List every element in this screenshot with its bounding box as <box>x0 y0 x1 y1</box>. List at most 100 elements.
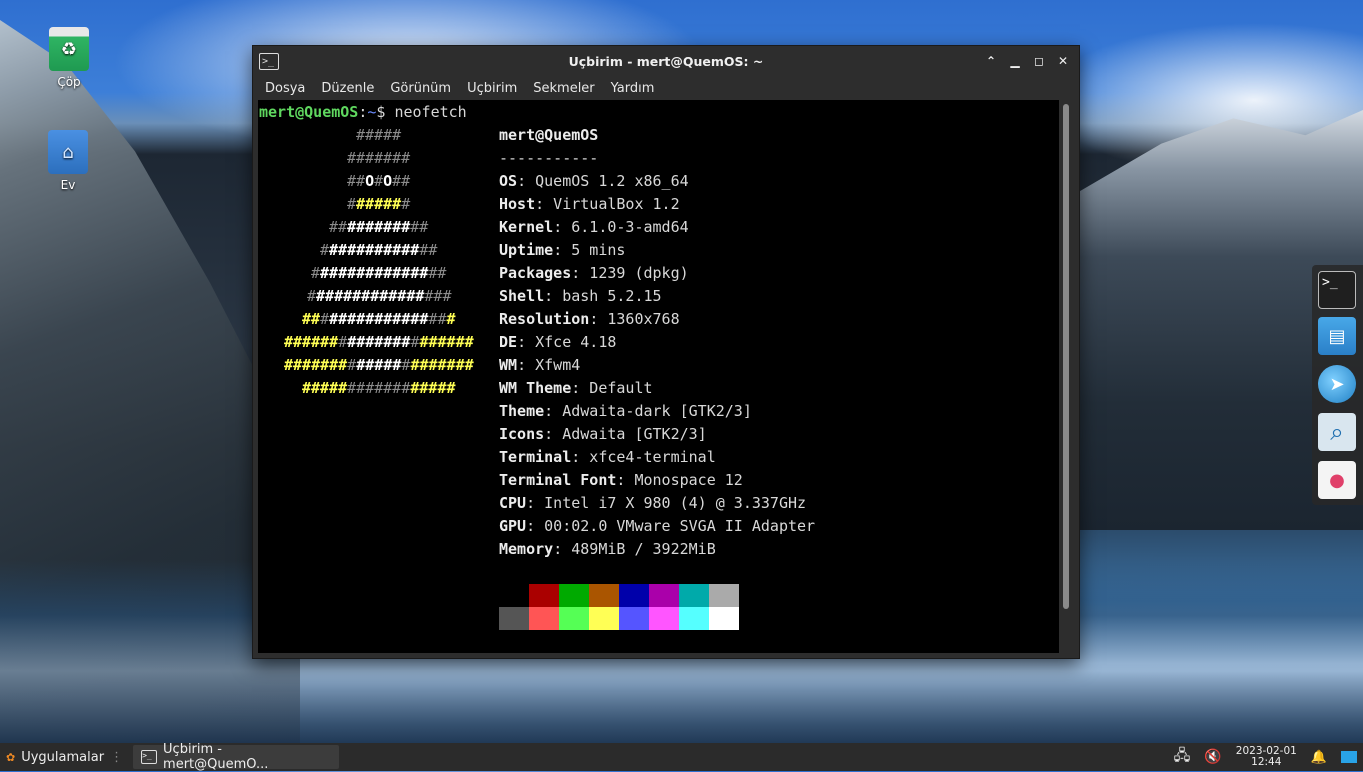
home-folder-icon: ⌂ <box>48 130 88 174</box>
ascii-row: ##################### <box>284 356 474 374</box>
info-header: mert@QuemOS <box>499 126 599 144</box>
file-manager-icon[interactable]: ▤ <box>1318 317 1356 355</box>
info-key: Packages <box>499 264 572 282</box>
system-tray: 🖧 🔇 2023-02-01 12:44 🔔 <box>1174 745 1363 770</box>
network-icon[interactable]: 🖧 <box>1174 745 1191 770</box>
info-row: DE: Xfce 4.18 <box>499 331 616 354</box>
chevron-up-icon[interactable]: ⌃ <box>981 51 1001 71</box>
palette-swatch <box>499 607 529 630</box>
palette-swatch <box>709 584 739 607</box>
ascii-row: ####### <box>347 149 411 167</box>
info-value: : Monospace 12 <box>616 471 743 489</box>
apps-menu-label: Uygulamalar <box>21 749 105 765</box>
apps-menu-button[interactable]: ✿ Uygulamalar ⋮ <box>0 743 123 771</box>
ascii-row: ############# <box>320 241 438 259</box>
info-value: : Adwaita-dark [GTK2/3] <box>544 402 752 420</box>
info-value: : 00:02.0 VMware SVGA II Adapter <box>526 517 816 535</box>
info-row: Terminal: xfce4-terminal <box>499 446 716 469</box>
info-row: WM Theme: Default <box>499 377 653 400</box>
clock[interactable]: 2023-02-01 12:44 <box>1236 746 1297 768</box>
info-key: CPU <box>499 494 527 512</box>
palette-swatch <box>679 584 709 607</box>
info-key: WM <box>499 356 518 374</box>
ascii-row: ##################### <box>284 333 474 351</box>
palette-swatch <box>679 607 709 630</box>
ascii-row: ##### <box>356 126 402 144</box>
menu-sekmeler[interactable]: Sekmeler <box>525 81 602 96</box>
web-browser-icon[interactable]: ➤ <box>1318 365 1356 403</box>
minimize-button[interactable]: ▁ <box>1005 51 1025 71</box>
info-key: Terminal <box>499 448 572 466</box>
terminal-app-icon[interactable]: >_ <box>259 52 279 70</box>
menu-gorunum[interactable]: Görünüm <box>382 81 459 96</box>
maximize-button[interactable]: ◻ <box>1029 51 1049 71</box>
info-key: Terminal Font <box>499 471 617 489</box>
taskbar: ✿ Uygulamalar ⋮ >_ Uçbirim - mert@QuemO.… <box>0 742 1363 772</box>
info-row: Memory: 489MiB / 3922MiB <box>499 538 716 561</box>
palette-swatch <box>619 607 649 630</box>
terminal-window[interactable]: >_ Uçbirim - mert@QuemOS: ~ ⌃ ▁ ◻ ✕ Dosy… <box>252 45 1080 659</box>
info-value: : 1239 (dpkg) <box>571 264 689 282</box>
palette-swatch <box>649 607 679 630</box>
palette-swatch <box>559 584 589 607</box>
ascii-row: ################ <box>307 287 452 305</box>
info-value: : 5 mins <box>553 241 626 259</box>
menu-yardim[interactable]: Yardım <box>603 81 663 96</box>
xfce-logo-icon: ✿ <box>6 750 16 764</box>
info-key: Uptime <box>499 241 554 259</box>
menu-duzenle[interactable]: Düzenle <box>313 81 382 96</box>
terminal-output[interactable]: mert@QuemOS:~$ neofetch ##### ####### ##O#… <box>258 100 1059 653</box>
palette-swatch <box>529 607 559 630</box>
prompt-symbol: $ <box>376 103 395 121</box>
terminal-icon[interactable]: >_ <box>1318 271 1356 309</box>
prompt-user: mert@QuemOS <box>259 103 359 121</box>
ascii-row: ####### <box>347 195 411 213</box>
task-terminal[interactable]: >_ Uçbirim - mert@QuemO... <box>133 742 340 772</box>
info-key: OS <box>499 172 518 190</box>
info-row: Theme: Adwaita-dark [GTK2/3] <box>499 400 752 423</box>
info-row: Packages: 1239 (dpkg) <box>499 262 689 285</box>
info-value: : QuemOS 1.2 x86_64 <box>517 172 689 190</box>
right-dock: >_ ▤ ➤ ⌕ ● <box>1312 265 1363 505</box>
window-titlebar[interactable]: >_ Uçbirim - mert@QuemOS: ~ ⌃ ▁ ◻ ✕ <box>253 46 1079 76</box>
terminal-scrollbar[interactable] <box>1063 104 1069 609</box>
volume-muted-icon[interactable]: 🔇 <box>1204 749 1221 765</box>
close-button[interactable]: ✕ <box>1053 51 1073 71</box>
clock-time: 12:44 <box>1251 756 1282 768</box>
info-value: : Default <box>571 379 653 397</box>
recycle-icon: ♻ <box>49 27 89 71</box>
info-underline: ----------- <box>499 149 599 167</box>
desktop-home-label: Ev <box>60 178 76 192</box>
info-row: GPU: 00:02.0 VMware SVGA II Adapter <box>499 515 815 538</box>
prompt-line: mert@QuemOS:~$ neofetch <box>259 101 467 124</box>
show-desktop-icon[interactable] <box>1341 751 1357 763</box>
info-key: Memory <box>499 540 554 558</box>
desktop-home[interactable]: ⌂ Ev <box>28 130 108 192</box>
menu-ucbirim[interactable]: Uçbirim <box>459 81 525 96</box>
palette-swatch <box>529 584 559 607</box>
info-key: Shell <box>499 287 545 305</box>
window-title: Uçbirim - mert@QuemOS: ~ <box>568 53 764 69</box>
info-row: OS: QuemOS 1.2 x86_64 <box>499 170 689 193</box>
menu-dosya[interactable]: Dosya <box>257 81 313 96</box>
search-icon[interactable]: ⌕ <box>1318 413 1356 451</box>
info-row: Icons: Adwaita [GTK2/3] <box>499 423 707 446</box>
software-store-icon[interactable]: ● <box>1318 461 1356 499</box>
ascii-row: ##O#O## <box>347 172 411 190</box>
info-value: : Xfce 4.18 <box>517 333 617 351</box>
info-row: Shell: bash 5.2.15 <box>499 285 662 308</box>
task-label: Uçbirim - mert@QuemO... <box>163 742 269 772</box>
info-row: Uptime: 5 mins <box>499 239 625 262</box>
notification-bell-icon[interactable]: 🔔 <box>1311 750 1327 765</box>
info-value: : xfce4-terminal <box>571 448 716 466</box>
info-value: : 1360x768 <box>589 310 680 328</box>
info-value: : VirtualBox 1.2 <box>535 195 680 213</box>
info-value: : 6.1.0-3-amd64 <box>553 218 689 236</box>
desktop-trash[interactable]: ♻ Çöp <box>29 27 109 89</box>
window-menubar: Dosya Düzenle Görünüm Uçbirim Sekmeler Y… <box>253 76 1079 100</box>
info-value: : Intel i7 X 980 (4) @ 3.337GHz <box>526 494 807 512</box>
ascii-row: ########### <box>329 218 429 236</box>
palette-swatch <box>619 584 649 607</box>
info-key: DE <box>499 333 518 351</box>
palette-swatch <box>559 607 589 630</box>
